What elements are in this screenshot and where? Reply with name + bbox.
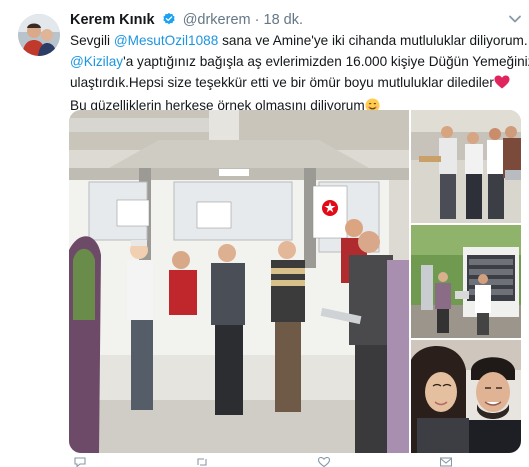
retweet-icon[interactable] [196, 457, 208, 467]
text-segment: Sevgili [70, 33, 114, 48]
soup-kitchen-photo[interactable] [69, 110, 409, 453]
tweet-text-line: @Kizilay'a yaptığınız bağışla aş evlerim… [70, 51, 529, 72]
text-segment: 'a yaptığınız bağışla aş evlerimizden 16… [123, 54, 529, 69]
tweet-header: Kerem Kınık @drkerem · 18 dk. [70, 10, 303, 30]
tweet-media-grid [69, 110, 521, 453]
tweet: Kerem Kınık @drkerem · 18 dk. Sevgili @M… [0, 0, 529, 467]
mention-link[interactable]: @MesutOzil1088 [114, 33, 218, 48]
verified-badge-icon [162, 12, 176, 32]
tweet-timestamp[interactable]: 18 dk. [264, 12, 304, 28]
food-truck-photo[interactable] [411, 225, 521, 338]
heart-icon[interactable] [318, 457, 330, 467]
separator-dot: · [254, 12, 260, 28]
red-heart-emoji [494, 74, 510, 95]
volunteers-serving-photo[interactable] [411, 110, 521, 223]
author-avatar[interactable] [18, 14, 60, 56]
author-name[interactable]: Kerem Kınık [70, 12, 155, 28]
tweet-actions [70, 457, 510, 467]
tweet-text-line: ulaştırdık.Hepsi size teşekkür etti ve b… [70, 72, 520, 95]
text-segment: ulaştırdık.Hepsi size teşekkür etti ve b… [70, 75, 494, 90]
chevron-down-icon[interactable] [508, 12, 522, 26]
tweet-text-line: Sevgili @MesutOzil1088 sana ve Amine'ye … [70, 30, 528, 51]
couple-selfie-photo[interactable] [411, 340, 521, 453]
envelope-icon[interactable] [440, 457, 452, 467]
author-handle[interactable]: @drkerem [183, 12, 251, 28]
tweet-text: Sevgili @MesutOzil1088 sana ve Amine'ye … [70, 30, 529, 119]
reply-icon[interactable] [74, 457, 86, 467]
text-segment: sana ve Amine'ye iki cihanda mutluluklar… [218, 33, 528, 48]
mention-link[interactable]: @Kizilay [70, 54, 123, 69]
